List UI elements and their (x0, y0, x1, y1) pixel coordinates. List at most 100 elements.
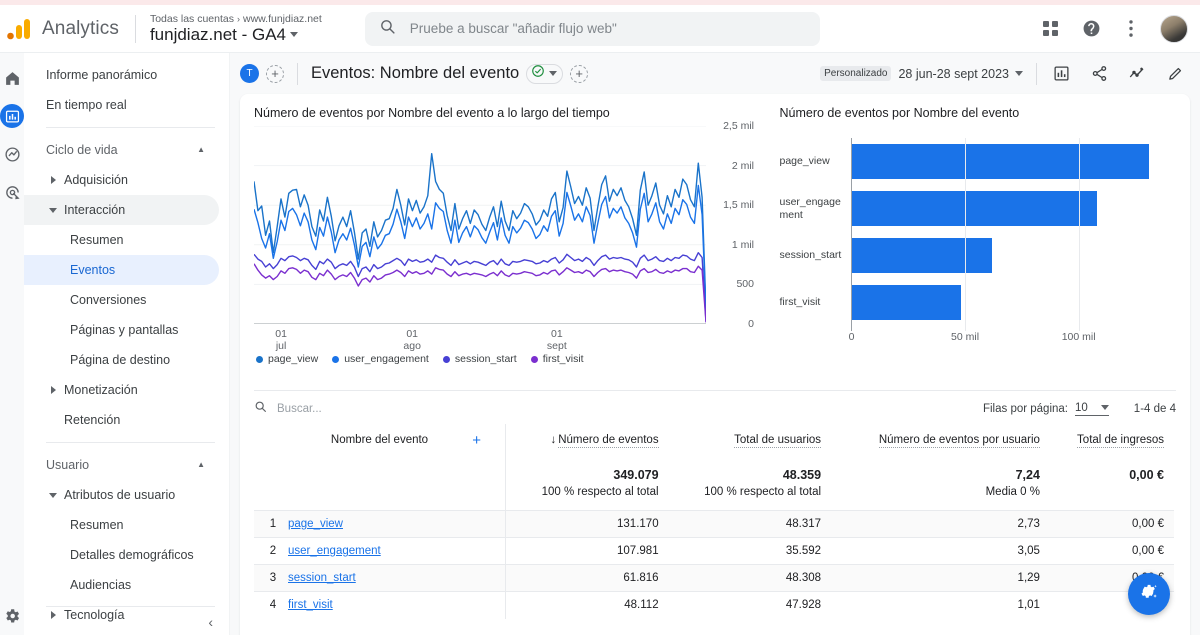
home-icon[interactable] (0, 66, 24, 90)
sidebar-item-ciclo-de-vida[interactable]: Ciclo de vida ▲ (24, 135, 219, 165)
chevron-right-icon[interactable] (42, 176, 64, 184)
bar[interactable] (851, 144, 1150, 179)
column-header-dimension[interactable]: Nombre del evento + (254, 424, 505, 454)
insights-fab[interactable] (1128, 573, 1170, 615)
property-name[interactable]: funjdiaz.net - GA4 (150, 25, 322, 44)
table-search[interactable] (254, 400, 983, 418)
chevron-right-icon[interactable] (42, 611, 64, 619)
dimension-link[interactable]: page_view (288, 518, 343, 530)
add-filter-icon[interactable]: + (570, 64, 589, 83)
row-metric-1: 48.112 (504, 591, 669, 619)
sort-arrow-down-icon: ↓ (550, 434, 557, 446)
search-input[interactable] (407, 20, 806, 37)
bar-row-user_engagement[interactable]: user_engagement (779, 185, 1169, 232)
date-range-selector[interactable]: 28 jun-28 sept 2023 (898, 67, 1023, 81)
chevron-up-icon[interactable]: ▲ (197, 461, 205, 469)
status-badge[interactable] (526, 63, 564, 84)
edit-pencil-icon[interactable] (1164, 63, 1186, 85)
more-vertical-icon[interactable] (1120, 18, 1142, 40)
sidebar-item-paginas-y-pantallas[interactable]: Páginas y pantallas (24, 315, 219, 345)
x-tick-month: jul (275, 340, 287, 353)
sidebar-item-informe-panoramico[interactable]: Informe panorámico (24, 60, 219, 90)
column-header-4[interactable]: Total de ingresos (1050, 424, 1174, 454)
share-icon[interactable] (1088, 63, 1110, 85)
chevron-down-icon[interactable] (42, 207, 64, 213)
line-series-first_visit (254, 263, 706, 323)
x-tick-day: 01 (275, 328, 287, 340)
sidebar-item-en-tiempo-real[interactable]: En tiempo real (24, 90, 219, 120)
apps-grid-icon[interactable] (1040, 18, 1062, 40)
table-row[interactable]: 3session_start61.81648.3081,290,00 € (254, 564, 1174, 592)
bar-row-first_visit[interactable]: first_visit (779, 279, 1169, 326)
row-dimension: first_visit (288, 592, 505, 619)
table-row[interactable]: 4first_visit48.11247.9281,010,00 € (254, 591, 1174, 619)
sidebar-item-tecnologia[interactable]: Tecnología (24, 600, 219, 630)
table-search-input[interactable] (275, 401, 475, 416)
legend-item-first_visit[interactable]: first_visit (530, 353, 584, 365)
sidebar-item-label: En tiempo real (46, 98, 127, 112)
sidebar-item-conversiones[interactable]: Conversiones (24, 285, 219, 315)
x-tick-day: 01 (406, 328, 419, 340)
column-header-3[interactable]: Número de eventos por usuario (831, 424, 1050, 454)
sidebar-item-retencion[interactable]: Retención (24, 405, 219, 435)
row-metric-1: 131.170 (504, 510, 669, 538)
table-row[interactable]: 2 user_engagement 107.981 35.592 3,05 0,00 € (254, 537, 1174, 565)
totals-subtext: 100 % respecto al total (704, 486, 822, 498)
bar-chart[interactable]: page_view user_engagement session_start fir… (779, 126, 1169, 356)
insights-sparkle-icon (1138, 581, 1160, 608)
reports-icon[interactable] (0, 104, 24, 128)
help-circle-icon[interactable] (1080, 18, 1102, 40)
grid-line (851, 138, 853, 331)
chevron-right-icon[interactable] (42, 386, 64, 394)
bar-row-session_start[interactable]: session_start (779, 232, 1169, 279)
chevron-down-icon[interactable] (42, 492, 64, 498)
rows-per-page-select[interactable]: 10 (1075, 402, 1109, 416)
admin-settings-button[interactable] (0, 607, 24, 625)
bar[interactable] (851, 191, 1097, 226)
chevron-left-icon[interactable]: ‹ (208, 614, 213, 630)
explore-icon[interactable] (0, 142, 24, 166)
dimension-link[interactable]: first_visit (288, 599, 333, 611)
sidebar-item-resumen[interactable]: Resumen (24, 510, 219, 540)
row-metric-4: 0,00 € (1132, 518, 1164, 530)
dimension-link[interactable]: user_engagement (288, 545, 381, 557)
insights-trend-icon[interactable] (1126, 63, 1148, 85)
sidebar-item-interaccion[interactable]: Interacción (24, 195, 219, 225)
line-series-session_start (254, 251, 706, 322)
advertising-icon[interactable] (0, 180, 24, 204)
sidebar-item-audiencias[interactable]: Audiencias (24, 570, 219, 600)
totals-dimension-cell (254, 454, 505, 486)
sidebar-item-atributos-de-usuario[interactable]: Atributos de usuario (24, 480, 219, 510)
add-comparison-icon[interactable]: + (266, 64, 284, 83)
column-header-1[interactable]: ↓ Número de eventos (504, 424, 669, 454)
sidebar-item-detalles-demograficos[interactable]: Detalles demográficos (24, 540, 219, 570)
chevron-up-icon[interactable]: ▲ (197, 146, 205, 154)
sidebar-item-eventos[interactable]: Eventos (24, 255, 219, 285)
icon-rail (0, 53, 24, 635)
check-circle-icon (531, 64, 545, 83)
sidebar-item-pagina-de-destino[interactable]: Página de destino (24, 345, 219, 375)
bar-row-page_view[interactable]: page_view (779, 138, 1169, 185)
account-selector[interactable]: Todas las cuentas › www.funjdiaz.net funjd… (150, 13, 322, 44)
sidebar-item-adquisicion[interactable]: Adquisición (24, 165, 219, 195)
bar[interactable] (851, 238, 992, 273)
dimension-link[interactable]: session_start (288, 572, 356, 584)
line-chart[interactable]: 0 500 1 mil 1,5 mil 2 mil 2,5 mil 01 jul 01 ago 01… (254, 120, 754, 352)
column-header-2[interactable]: Total de usuarios (669, 424, 831, 454)
legend-item-page_view[interactable]: page_view (256, 353, 318, 365)
add-dimension-icon[interactable]: + (472, 432, 481, 449)
legend-item-user_engagement[interactable]: user_engagement (332, 353, 429, 365)
sidebar-item-monetizacion[interactable]: Monetización (24, 375, 219, 405)
bar-label: page_view (779, 155, 830, 168)
global-search[interactable] (364, 11, 820, 46)
avatar[interactable] (1160, 14, 1188, 43)
table-row[interactable]: 1 page_view 131.170 48.317 2,73 0,00 € (254, 510, 1174, 538)
analytics-app: Analytics Todas las cuentas › www.funjdiaz… (0, 0, 1200, 635)
customize-report-icon[interactable] (1050, 63, 1072, 85)
x-axis-tick: 01 ago (403, 328, 421, 352)
sidebar-item-usuario[interactable]: Usuario ▲ (24, 450, 219, 480)
sidebar-item-resumen[interactable]: Resumen (24, 225, 219, 255)
comparison-avatar[interactable]: T (240, 64, 259, 83)
legend-item-session_start[interactable]: session_start (442, 353, 517, 365)
bar[interactable] (851, 285, 961, 320)
